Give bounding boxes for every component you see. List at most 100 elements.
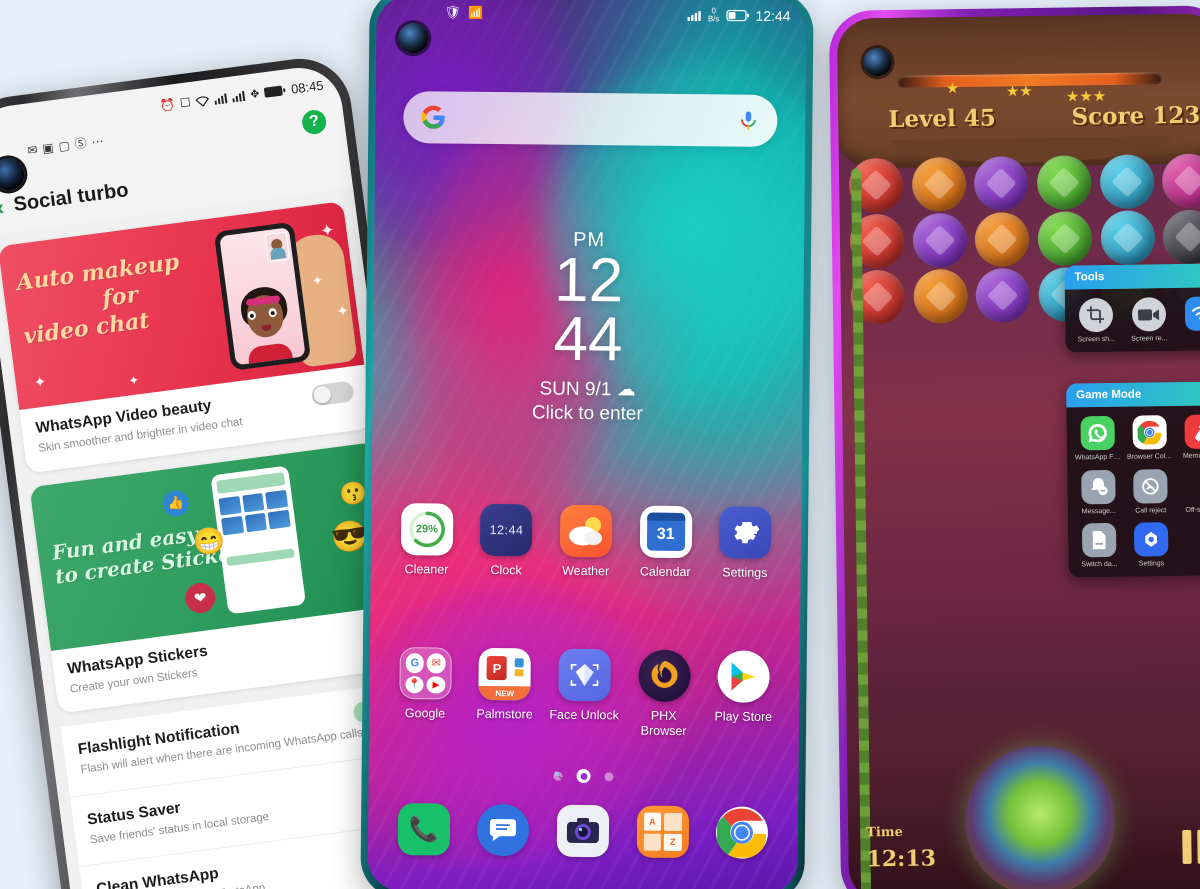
status-time: 12:44 [755, 7, 791, 25]
gm-label: Off-scree... [1185, 506, 1200, 514]
signal-1-icon [214, 92, 228, 105]
gm-call-reject[interactable]: Call reject [1127, 468, 1174, 515]
heart-icon: ❤ [183, 580, 218, 615]
home-dot-icon[interactable] [576, 768, 591, 784]
app-phx-browser[interactable]: PHX Browser [629, 649, 700, 739]
off-screen-icon [1185, 468, 1200, 502]
shield-icon: 🛡 [444, 4, 462, 20]
clock-digital-icon: 12:44 [489, 522, 524, 538]
tool-label: Screen sh... [1077, 335, 1116, 344]
face-unlock-icon [570, 663, 599, 687]
phoenix-icon [651, 660, 678, 688]
google-g-icon[interactable] [421, 105, 445, 129]
home-app-row-1: 29% Cleaner 12:44 Clock Weather 31 Calen… [371, 503, 802, 581]
thumbs-up-icon: 👍 [161, 488, 191, 518]
more-icon: ⋯ [90, 133, 105, 149]
call-reject-icon [1133, 468, 1168, 504]
gm-memory-clean[interactable]: Memory C... [1178, 414, 1200, 460]
app-face-unlock[interactable]: Face Unlock [549, 648, 620, 739]
app-label: Weather [562, 563, 610, 579]
front-camera-punch-hole [398, 23, 429, 54]
whatsapp-icon [1080, 415, 1115, 451]
cleaner-badge: 29% [415, 523, 438, 536]
gear-icon [734, 522, 760, 544]
palmstore-icon: P [486, 655, 508, 681]
game-hud-bar: ★ ★★ ★★★ [836, 13, 1200, 169]
sparkle-icon: ✦ [319, 220, 336, 242]
app-label: PHX Browser [640, 708, 687, 739]
app-label: Cleaner [404, 562, 449, 577]
dock-chrome[interactable] [707, 806, 778, 859]
tools-panel[interactable]: Tools Screen sh... Screen re... [1064, 263, 1200, 353]
gm-label: Message... [1081, 507, 1116, 516]
home-app-row-2: G ✉ 📍 ▶ Google P NEW Palmstore Face Unlo… [369, 647, 800, 740]
status-time: 08:45 [290, 77, 325, 97]
gm-settings[interactable]: Settings [1128, 522, 1175, 568]
pause-button[interactable] [1182, 829, 1200, 864]
card-video-beauty[interactable]: Auto makeup for video chat ✦ ✦ ✦ ✦ ✦ Wha… [0, 201, 373, 474]
screenshot-stage: ⏰ ☐ ✥ 08:45 ✉ ▣ ▢ Ⓢ ⋯ ? ‹ Social turbo A… [0, 0, 1200, 889]
timer-label: Time [866, 824, 903, 841]
app-play-store[interactable]: Play Store [708, 650, 779, 740]
app-label: Palmstore [476, 706, 533, 722]
gm-browser[interactable]: Browser Collapse... [1126, 415, 1173, 461]
dock-camera[interactable] [548, 804, 619, 858]
help-button[interactable]: ? [300, 108, 328, 136]
clock-widget[interactable]: PM 12 44 SUN 9/1 ☁ Click to enter [372, 227, 804, 427]
gm-off-screen[interactable]: Off-scree... [1179, 468, 1200, 514]
messages-icon [490, 819, 517, 842]
dock-phone[interactable]: 📞 [388, 803, 459, 856]
star-icon: ★ [945, 80, 960, 98]
tool-wifi[interactable] [1179, 296, 1200, 342]
gm-whatsapp[interactable]: WhatsApp Forbidd... [1074, 415, 1121, 462]
app-calendar[interactable]: 31 Calendar [630, 505, 701, 580]
microphone-icon[interactable] [737, 110, 759, 132]
gm-switch-data[interactable]: Switch da... [1076, 523, 1123, 569]
page-title: Social turbo [12, 179, 130, 216]
game-score-label: Score 123 [1071, 101, 1200, 131]
gm-message[interactable]: Message... [1075, 469, 1122, 515]
tool-label [1179, 334, 1200, 335]
google-folder-icon: G ✉ 📍 ▶ [405, 653, 446, 694]
tool-screenshot[interactable]: Screen sh... [1073, 297, 1120, 344]
game-level-label: Level 45 [888, 104, 997, 134]
clock-hint: Click to enter [531, 402, 643, 425]
star-icon: ★★ [1005, 82, 1033, 101]
app-weather[interactable]: Weather [551, 504, 622, 580]
palmstore-new-badge: NEW [478, 685, 531, 701]
phone-right: ★ ★★ ★★★ Level 45 Score 123 Tools Screen… [828, 5, 1200, 889]
dock-messages[interactable] [468, 803, 539, 857]
circle-dot-icon[interactable] [604, 771, 614, 781]
game-timer: Time 12:13 [866, 824, 936, 873]
game-mode-panel[interactable]: Game Mode WhatsApp Forbidd... Browser Co… [1065, 381, 1200, 578]
screenshot-icon [1078, 297, 1114, 333]
n-badge-icon: Ⓢ [73, 136, 88, 152]
app-label: Clock [490, 562, 522, 578]
app-label: Play Store [714, 709, 773, 724]
play-store-icon [731, 662, 756, 691]
gm-label: Browser Collapse... [1126, 453, 1174, 461]
tool-screen-record[interactable]: Screen re... [1126, 297, 1173, 343]
battery-icon [726, 9, 749, 22]
search-dot-icon[interactable]: 🔍 [553, 771, 563, 781]
tools-panel-title: Tools [1064, 263, 1200, 290]
mail-icon: ✉ [26, 142, 39, 158]
app-cleaner[interactable]: 29% Cleaner [391, 503, 462, 578]
google-search-widget[interactable] [403, 91, 778, 147]
back-button[interactable]: ‹ [0, 194, 5, 220]
mute-message-icon [1081, 469, 1116, 505]
az-grid-icon: A Z [643, 812, 682, 852]
phone-center-screen: 🛡 📶 0 B/s 12:44 PM 12 44 SUN 9/1 ☁ Click… [367, 0, 807, 889]
camera-icon [566, 817, 599, 844]
app-label: Face Unlock [549, 707, 619, 723]
cast-icon: ☐ [179, 95, 192, 111]
app-settings[interactable]: Settings [710, 506, 781, 581]
app-palmstore[interactable]: P NEW Palmstore [469, 647, 540, 738]
app-google-folder[interactable]: G ✉ 📍 ▶ Google [390, 647, 461, 737]
dock-app-drawer[interactable]: A Z [627, 805, 698, 859]
card-stickers[interactable]: Fun and easy to create Stickers 👍 ❤ 😁 😗 … [29, 441, 405, 714]
chrome-icon [1132, 415, 1167, 450]
sparkle-icon: ✦ [335, 302, 351, 321]
avatar-face [232, 280, 300, 365]
app-clock[interactable]: 12:44 Clock [471, 503, 542, 579]
